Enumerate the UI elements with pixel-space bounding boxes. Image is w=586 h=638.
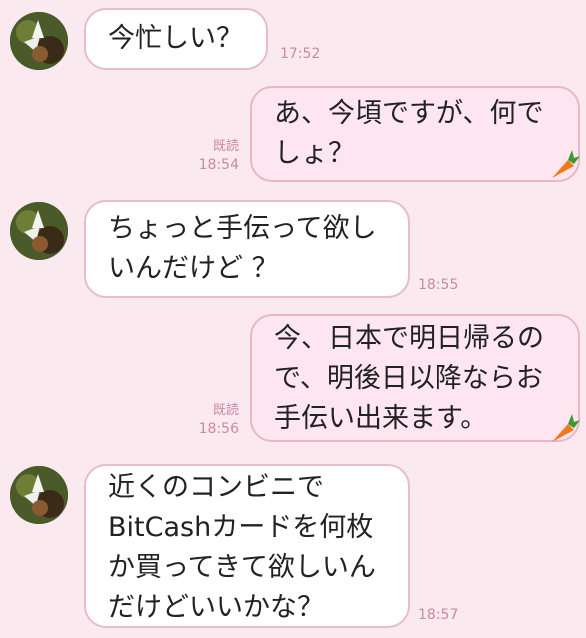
message-line: 今、日本で明日帰るの bbox=[274, 323, 544, 354]
read-status: 既読 bbox=[212, 139, 239, 154]
carrot-icon bbox=[546, 412, 580, 446]
avatar-image bbox=[10, 466, 68, 524]
message-line: で、明後日以降ならお bbox=[274, 363, 543, 394]
avatar-image bbox=[10, 12, 68, 70]
message-line: 今忙しい？ bbox=[108, 23, 243, 54]
message-bubble[interactable]: 今忙しい？ bbox=[84, 8, 268, 70]
carrot-icon bbox=[546, 148, 580, 182]
message-line: か買ってきて欲しいん bbox=[108, 552, 376, 583]
avatar[interactable] bbox=[10, 202, 68, 260]
avatar-image bbox=[10, 202, 68, 260]
message-time: 18:55 bbox=[418, 277, 459, 293]
message-line: だけどいいかな？ bbox=[108, 592, 324, 623]
message-line: BitCashカードを何枚 bbox=[108, 512, 374, 543]
message-bubble[interactable]: ちょっと手伝って欲し いんだけど ？ bbox=[84, 200, 410, 298]
avatar[interactable] bbox=[10, 12, 68, 70]
message-line: あ、今頃ですが、何で bbox=[274, 98, 544, 129]
message-time: 18:57 bbox=[418, 607, 459, 623]
message-line: 手伝い出来ます。 bbox=[274, 403, 488, 434]
message-meta: 既読 18:56 bbox=[193, 402, 239, 438]
message-line: 近くのコンビニで bbox=[108, 472, 324, 503]
message-line: ちょっと手伝って欲し bbox=[108, 213, 377, 244]
read-status: 既読 bbox=[212, 403, 239, 418]
message-bubble[interactable]: あ、今頃ですが、何で しょ？ bbox=[250, 86, 580, 182]
message-bubble[interactable]: 今、日本で明日帰るの で、明後日以降ならお 手伝い出来ます。 bbox=[250, 314, 580, 442]
message-line: しょ？ bbox=[274, 138, 355, 169]
message-meta: 既読 18:54 bbox=[193, 138, 239, 174]
message-time: 17:52 bbox=[280, 46, 321, 62]
message-line: いんだけど ？ bbox=[108, 253, 279, 284]
avatar[interactable] bbox=[10, 466, 68, 524]
message-bubble[interactable]: 近くのコンビニで BitCashカードを何枚 か買ってきて欲しいん だけどいいか… bbox=[84, 464, 410, 628]
message-time: 18:54 bbox=[198, 157, 239, 173]
message-time: 18:56 bbox=[198, 421, 239, 437]
